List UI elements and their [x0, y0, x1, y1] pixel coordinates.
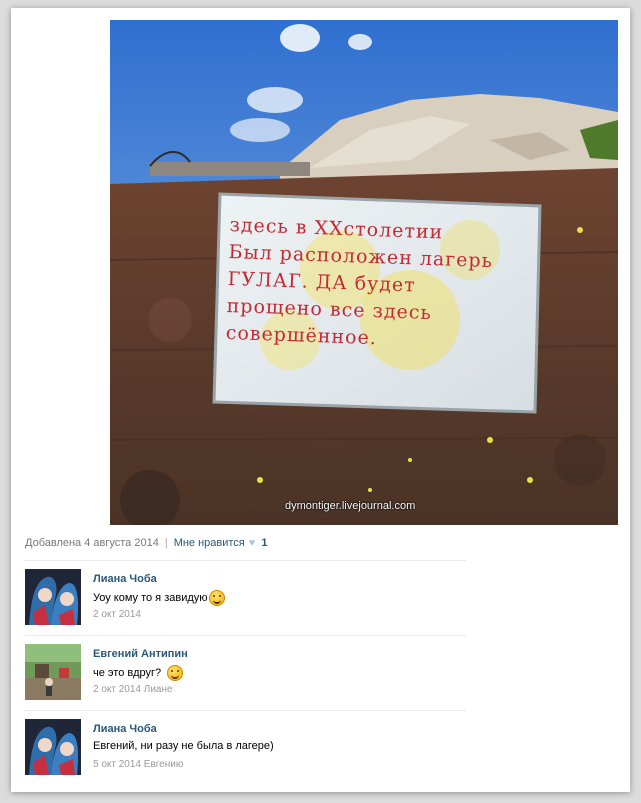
comment-author[interactable]: Евгений Антипин [93, 648, 188, 660]
avatar[interactable] [25, 719, 81, 775]
comment-text-content: че это вдруг? [93, 667, 162, 679]
comment-text: Уоу кому то я завидую [93, 590, 225, 606]
comment-text-content: Евгений, ни разу не была в лагере) [93, 740, 274, 752]
comment-author[interactable]: Лиана Чоба [93, 573, 157, 585]
avatar[interactable] [25, 644, 81, 700]
divider [25, 710, 466, 711]
sign-text: здесь в XXстолетии Был расположен лагерь… [225, 212, 530, 357]
comment-author[interactable]: Лиана Чоба [93, 723, 157, 735]
avatar-image [25, 719, 81, 775]
divider [25, 635, 466, 636]
grinning-face-icon [167, 665, 184, 681]
photo-watermark: dymontiger.livejournal.com [285, 500, 416, 512]
comment-item: Лиана Чоба Евгений, ни разу не была в ла… [25, 719, 466, 779]
avatar-image [25, 569, 81, 625]
divider [25, 560, 466, 561]
post-card: здесь в XXстолетии Был расположен лагерь… [11, 8, 630, 792]
smiling-face-icon [208, 590, 225, 606]
comment-date[interactable]: 5 окт 2014 Евгению [93, 759, 183, 770]
avatar[interactable] [25, 569, 81, 625]
comment-text: че это вдруг? [93, 665, 184, 681]
avatar-image [25, 644, 81, 700]
like-button-label[interactable]: Мне нравится [174, 537, 245, 549]
like-count[interactable]: 1 [261, 537, 267, 549]
comment-date[interactable]: 2 окт 2014 [93, 609, 141, 620]
comment-text: Евгений, ни разу не была в лагере) [93, 740, 274, 752]
post-meta: Добавлена 4 августа 2014 | Мне нравится … [25, 537, 267, 549]
heart-icon[interactable]: ♥ [249, 537, 256, 549]
comment-item: Лиана Чоба Уоу кому то я завидую 2 окт 2… [25, 569, 466, 629]
comment-item: Евгений Антипин че это вдруг? 2 окт 2014… [25, 644, 466, 704]
meta-separator: | [164, 537, 168, 549]
post-date[interactable]: Добавлена 4 августа 2014 [25, 537, 159, 549]
comment-text-content: Уоу кому то я завидую [93, 592, 208, 604]
post-photo[interactable]: здесь в XXстолетии Был расположен лагерь… [110, 20, 618, 525]
comment-date[interactable]: 2 окт 2014 Лиане [93, 684, 173, 695]
